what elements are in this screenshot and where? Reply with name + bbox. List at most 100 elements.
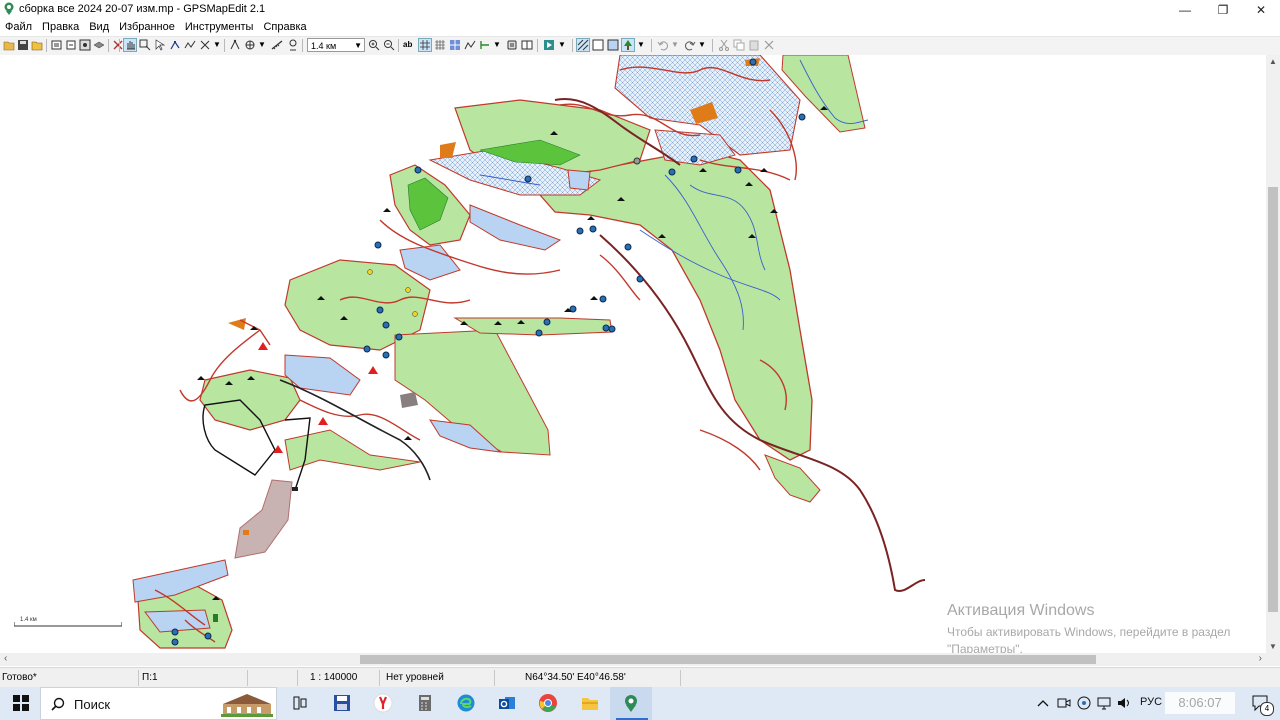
play-icon[interactable] [543,39,555,51]
map-drawing[interactable] [0,55,1266,653]
tracks-icon[interactable] [464,39,476,51]
horizontal-scrollbar[interactable]: ‹ › [0,653,1266,666]
map-scale-bar: 1.4 км [14,617,122,627]
clock[interactable]: 8:06:07 [1165,692,1235,714]
scroll-up-icon[interactable]: ▲ [1269,57,1277,66]
minimize-button[interactable]: — [1166,0,1204,19]
outlook-icon[interactable] [497,693,517,713]
network-icon[interactable] [1076,693,1092,713]
status-scale: 1 : 140000 [310,672,358,683]
notification-badge: 4 [1260,702,1274,716]
compare-icon[interactable] [521,39,533,51]
vertical-scroll-thumb[interactable] [1268,187,1278,612]
route-icon[interactable] [244,39,256,51]
menu-file[interactable]: Файл [0,19,37,36]
map-canvas[interactable]: 1.4 км Активация Windows Чтобы активиров… [0,55,1266,653]
undo-icon[interactable] [657,39,669,51]
raster-icon[interactable] [449,39,461,51]
gps-icon[interactable] [506,39,518,51]
status-page: П:1 [142,672,158,683]
save-icon[interactable] [17,39,29,51]
file-explorer-icon[interactable] [580,693,600,713]
scale-select[interactable]: 1.4 км ▼ [307,38,365,52]
frame-icon[interactable] [592,39,604,51]
measure-icon[interactable] [271,39,283,51]
create-polyline-icon[interactable] [184,39,196,51]
zoom-out-icon[interactable] [383,39,395,51]
chevron-down-icon: ▼ [354,41,362,50]
script-icon[interactable] [112,39,124,51]
close-button[interactable]: ✕ [1242,0,1280,19]
trace-icon[interactable] [229,39,241,51]
menu-tools[interactable]: Инструменты [180,19,259,36]
delete-icon[interactable] [763,39,775,51]
calculator-icon[interactable] [415,693,435,713]
dropdown-arrow-icon[interactable]: ▼ [558,39,570,51]
export-icon[interactable] [65,39,77,51]
chevron-up-icon[interactable] [1036,693,1050,713]
cut-icon[interactable] [718,39,730,51]
vertical-scrollbar[interactable]: ▲ ▼ [1266,55,1280,653]
menu-bar: Файл Правка Вид Избранное Инструменты Сп… [0,19,1280,36]
import-icon[interactable] [51,39,63,51]
taskbar-search[interactable]: Поиск [40,687,277,720]
copy-icon[interactable] [733,39,745,51]
redo-icon[interactable] [684,39,696,51]
scroll-left-icon[interactable]: ‹ [4,653,7,664]
menu-favorites[interactable]: Избранное [114,19,180,36]
dropdown-arrow-icon[interactable]: ▼ [493,39,505,51]
dropdown-arrow-icon[interactable]: ▼ [698,39,710,51]
waypoint-icon[interactable] [287,39,299,51]
horizontal-scroll-thumb[interactable] [360,655,1096,664]
chrome-icon[interactable] [538,693,558,713]
language-indicator[interactable]: РУС [1140,696,1162,708]
watermark-text-2: "Параметры". [947,642,1023,653]
dropdown-arrow-icon[interactable]: ▼ [671,39,683,51]
select-arrow-icon[interactable] [154,39,166,51]
edge-browser-icon[interactable] [456,693,476,713]
save-app-icon[interactable] [332,693,352,713]
scale-select-value: 1.4 км [311,41,337,51]
meet-now-icon[interactable] [1056,693,1072,713]
split-icon[interactable] [199,39,211,51]
tree-icon[interactable] [621,38,635,52]
activation-watermark: Активация Windows Чтобы активировать Win… [947,602,1230,653]
folder-icon[interactable] [31,39,43,51]
menu-view[interactable]: Вид [84,19,114,36]
volume-icon[interactable] [1116,693,1132,713]
dropdown-arrow-icon[interactable]: ▼ [637,39,649,51]
watermark-text: Чтобы активировать Windows, перейдите в … [947,625,1231,639]
maximize-button[interactable]: ❐ [1204,0,1242,19]
map-props-icon[interactable] [79,39,91,51]
dropdown-arrow-icon[interactable]: ▼ [258,39,270,51]
graticule-icon[interactable] [434,39,446,51]
routing-icon[interactable] [479,39,491,51]
scroll-corner [1266,653,1280,666]
yandex-browser-icon[interactable] [373,693,393,713]
windows-start-icon[interactable] [11,693,31,713]
layers-icon[interactable] [93,39,105,51]
hatch-icon[interactable] [576,38,590,52]
open-icon[interactable] [3,39,15,51]
zoom-in-icon[interactable] [368,39,380,51]
menu-help[interactable]: Справка [258,19,311,36]
status-coordinates: N64°34.50' E40°46.58' [525,672,626,683]
menu-edit[interactable]: Правка [37,19,84,36]
labels-toggle[interactable]: ab [403,39,415,51]
gpsmapedit-app-icon [4,2,14,15]
display-icon[interactable] [1096,693,1112,713]
hand-pan-icon[interactable] [123,38,137,52]
transparency-icon[interactable] [607,39,619,51]
grid-icon[interactable] [418,38,432,52]
scroll-right-icon[interactable]: › [1259,653,1262,664]
zoom-rect-icon[interactable] [139,39,151,51]
task-view-icon[interactable] [290,693,310,713]
search-icon [51,697,65,711]
status-bar: Готово* П:1 1 : 140000 Нет уровней N64°3… [0,667,1280,688]
edit-nodes-icon[interactable] [169,39,181,51]
title-bar: сборка все 2024 20-07 изм.mp - GPSMapEdi… [0,0,1280,19]
paste-icon[interactable] [748,39,760,51]
scroll-down-icon[interactable]: ▼ [1269,642,1277,651]
gpsmapedit-taskbar-icon[interactable] [621,693,641,713]
search-highlight-icon [221,694,273,717]
